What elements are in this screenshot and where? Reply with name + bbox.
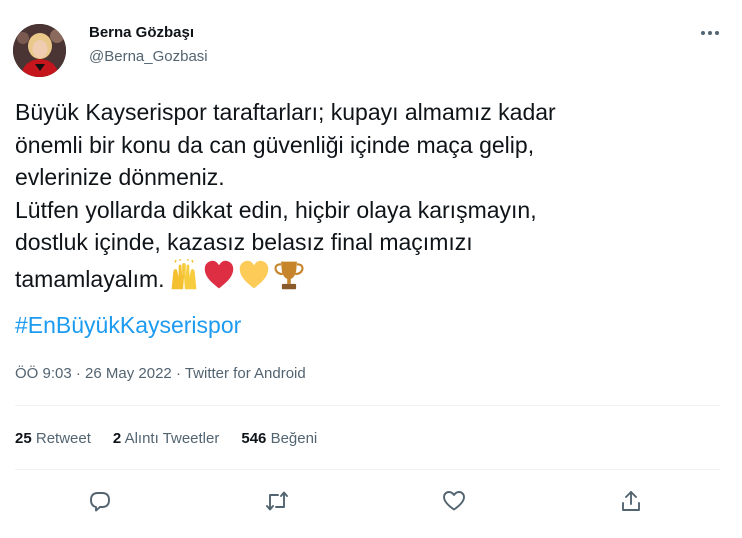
red-heart-icon — [204, 260, 233, 288]
tweet-meta: ÖÖ 9:03 · 26 May 2022 · Twitter for Andr… — [15, 365, 306, 382]
author-name[interactable]: Berna Gözbaşı — [89, 24, 194, 41]
meta-separator: · — [71, 365, 86, 382]
avatar[interactable] — [13, 24, 66, 77]
like-button[interactable] — [437, 484, 471, 518]
reply-button[interactable] — [83, 484, 117, 518]
likes-count: 546 — [241, 430, 267, 447]
quotes-label: Alıntı Tweetler — [124, 430, 220, 447]
share-icon — [622, 491, 640, 511]
retweet-button[interactable] — [260, 484, 294, 518]
likes-label: Beğeni — [270, 430, 318, 447]
like-icon — [443, 491, 465, 511]
retweets-stat[interactable]: 25 Retweet — [15, 430, 91, 447]
tweet-source[interactable]: Twitter for Android — [185, 365, 306, 382]
author-handle[interactable]: @Berna_Gozbasi — [89, 48, 208, 65]
tweet-time[interactable]: ÖÖ 9:03 — [15, 365, 72, 382]
tweet-text-block: Büyük Kayserispor taraftarları; kupayı a… — [15, 96, 730, 295]
retweets-count: 25 — [15, 430, 32, 447]
avatar-image — [13, 24, 66, 77]
raising-hands-icon — [171, 258, 196, 289]
divider — [15, 469, 720, 470]
quotes-stat[interactable]: 2 Alıntı Tweetler — [113, 430, 219, 447]
quotes-count: 2 — [112, 430, 122, 447]
tweet-card: Berna Gözbaşı @Berna_Gozbasi Büyük Kayse… — [0, 0, 742, 538]
more-options-icon[interactable] — [694, 20, 726, 46]
meta-separator: · — [171, 365, 185, 382]
reply-icon — [90, 492, 110, 512]
divider — [15, 405, 720, 406]
likes-stat[interactable]: 546 Beğeni — [241, 430, 317, 447]
retweet-icon — [266, 491, 288, 511]
trophy-icon — [274, 261, 304, 289]
retweets-label: Retweet — [35, 430, 91, 447]
share-button[interactable] — [614, 484, 648, 518]
tweet-date[interactable]: 26 May 2022 — [85, 365, 172, 382]
tweet-stats: 25 Retweet 2 Alıntı Tweetler 546 Beğeni — [15, 430, 339, 447]
hashtag-link[interactable]: #EnBüyükKayserispor — [15, 312, 241, 339]
yellow-heart-icon — [239, 260, 268, 288]
emoji-group — [167, 258, 307, 291]
